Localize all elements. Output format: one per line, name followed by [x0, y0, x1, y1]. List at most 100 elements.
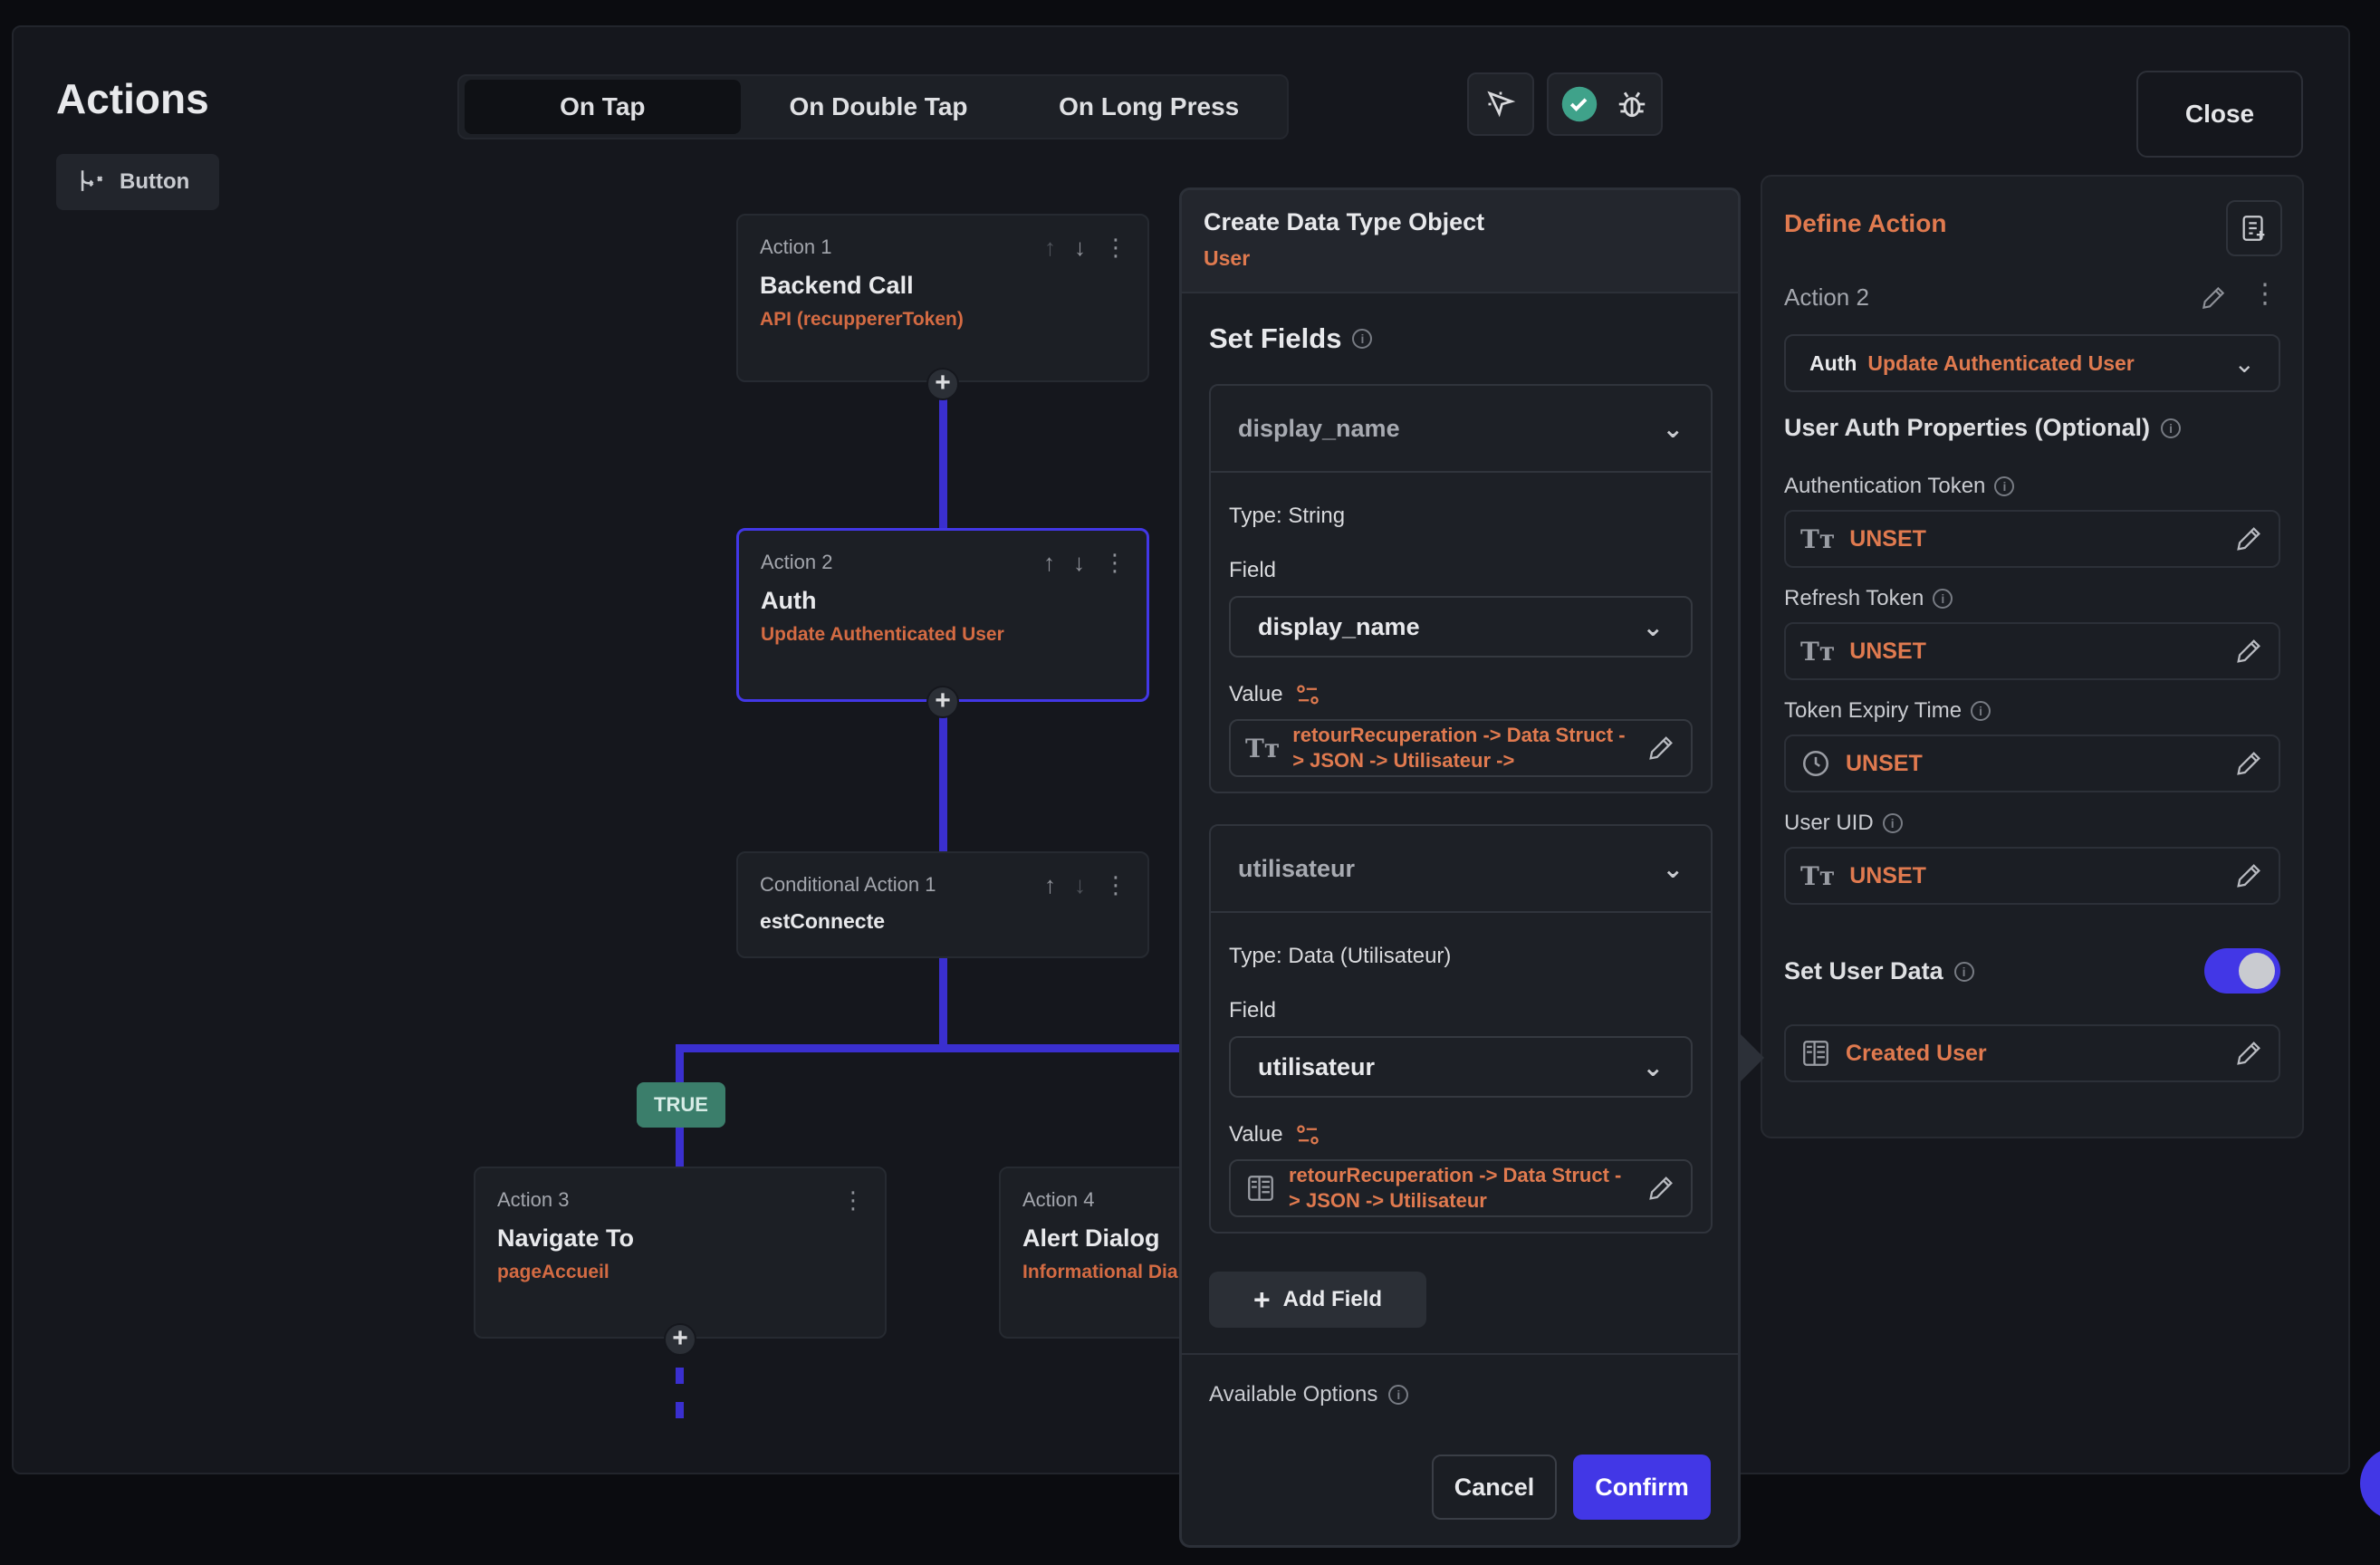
ai-agent-button[interactable] — [1467, 72, 1534, 136]
add-action-button[interactable]: + — [926, 368, 959, 400]
widget-chip[interactable]: Button — [56, 154, 219, 210]
tab-on-tap[interactable]: On Tap — [465, 80, 741, 134]
prop-value: UNSET — [1849, 525, 1926, 552]
info-icon: i — [1882, 813, 1903, 833]
add-field-button[interactable]: + Add Field — [1209, 1272, 1426, 1328]
edit-icon[interactable] — [1646, 1173, 1676, 1204]
action-card-2[interactable]: Action 2 Auth Update Authenticated User … — [736, 528, 1149, 702]
variable-settings-icon[interactable] — [1294, 1121, 1321, 1148]
dialog-subtitle: User — [1204, 246, 1251, 270]
more-vert-icon[interactable]: ⋮ — [2251, 278, 2279, 310]
edit-icon[interactable] — [2233, 748, 2264, 779]
add-action-button[interactable]: + — [926, 686, 959, 718]
created-user-value: Created User — [1846, 1040, 1987, 1066]
prop-label: Authentication Token i — [1784, 474, 2015, 499]
edit-icon[interactable] — [2233, 636, 2264, 667]
text-type-icon: Tт — [1245, 733, 1281, 763]
page-title: Actions — [56, 75, 209, 122]
flow-connector — [939, 715, 947, 851]
prop-value: UNSET — [1849, 862, 1926, 888]
more-vert-icon[interactable]: ⋮ — [1103, 549, 1127, 577]
info-icon: i — [1352, 329, 1373, 349]
prop-value: UNSET — [1849, 638, 1926, 664]
move-down-icon[interactable]: ↓ — [1074, 234, 1086, 262]
prop-refresh-token[interactable]: Tт UNSET — [1784, 622, 2280, 680]
move-down-icon[interactable]: ↓ — [1074, 871, 1086, 899]
cancel-button[interactable]: Cancel — [1432, 1455, 1557, 1520]
props-title: User Auth Properties (Optional) — [1784, 414, 2151, 441]
divider — [1182, 1353, 1738, 1355]
set-user-data-label: Set User Data — [1784, 957, 1943, 984]
clock-icon — [1802, 750, 1829, 777]
tab-on-double-tap[interactable]: On Double Tap — [741, 80, 1017, 134]
field-select[interactable]: display_name ⌄ — [1229, 596, 1693, 658]
more-vert-icon[interactable]: ⋮ — [1104, 871, 1128, 899]
toggle-knob — [2239, 953, 2275, 989]
field-section-utilisateur: utilisateur ⌄ Type: Data (Utilisateur) F… — [1209, 824, 1713, 1234]
set-user-data-toggle[interactable] — [2204, 948, 2280, 994]
edit-icon[interactable] — [2233, 523, 2264, 554]
edit-icon[interactable] — [2233, 860, 2264, 891]
close-button[interactable]: Close — [2136, 71, 2303, 158]
value-box[interactable]: Tт retourRecuperation -> Data Struct -> … — [1229, 719, 1693, 777]
edit-icon[interactable] — [2199, 283, 2228, 312]
action-type-value: Update Authenticated User — [1867, 350, 2135, 375]
define-action-title: Define Action — [1784, 209, 1947, 237]
tab-on-long-press[interactable]: On Long Press — [1016, 80, 1281, 134]
flow-connector-dashed — [676, 1368, 684, 1384]
info-icon: i — [1971, 701, 1991, 721]
widget-tree-icon — [81, 170, 103, 191]
chevron-down-icon: ⌄ — [1642, 1052, 1664, 1081]
field-section-header[interactable]: display_name ⌄ — [1211, 386, 1711, 473]
flow-connector-dashed — [676, 1402, 684, 1418]
docs-button[interactable] — [2226, 200, 2282, 256]
data-struct-icon — [1248, 1176, 1273, 1201]
flow-connector — [676, 1044, 1183, 1052]
action-title: Alert Dialog — [1022, 1224, 1160, 1252]
props-heading: User Auth Properties (Optional) i — [1784, 414, 2182, 442]
prop-label-text: Authentication Token — [1784, 474, 1986, 498]
edit-icon[interactable] — [1646, 733, 1676, 763]
prop-label-text: Token Expiry Time — [1784, 698, 1963, 723]
action-type-select[interactable]: Auth Update Authenticated User ⌄ — [1784, 334, 2280, 392]
condition-name: estConnecte — [760, 909, 886, 933]
help-fab-button[interactable] — [2360, 1447, 2380, 1520]
more-vert-icon[interactable]: ⋮ — [1104, 234, 1128, 262]
move-down-icon[interactable]: ↓ — [1073, 549, 1085, 577]
prop-user-uid[interactable]: Tт UNSET — [1784, 847, 2280, 905]
field-section-name: utilisateur — [1238, 854, 1356, 882]
confirm-button[interactable]: Confirm — [1573, 1455, 1711, 1520]
add-action-button[interactable]: + — [664, 1323, 696, 1356]
created-user-box[interactable]: Created User — [1784, 1024, 2280, 1082]
move-up-icon[interactable]: ↑ — [1044, 234, 1056, 262]
action-card-1[interactable]: Action 1 Backend Call API (recuppererTok… — [736, 214, 1149, 382]
set-user-data-row: Set User Data i — [1784, 957, 1974, 985]
prop-token-expiry[interactable]: UNSET — [1784, 734, 2280, 792]
field-section-header[interactable]: utilisateur ⌄ — [1211, 826, 1711, 913]
action-subtitle: Update Authenticated User — [761, 624, 1004, 645]
conditional-card[interactable]: Conditional Action 1 estConnecte ↑ ↓ ⋮ — [736, 851, 1149, 958]
prop-auth-token[interactable]: Tт UNSET — [1784, 510, 2280, 568]
variable-settings-icon[interactable] — [1294, 681, 1321, 708]
field-select[interactable]: utilisateur ⌄ — [1229, 1036, 1693, 1098]
field-type: Type: Data (Utilisateur) — [1229, 944, 1452, 968]
value-box[interactable]: retourRecuperation -> Data Struct -> JSO… — [1229, 1159, 1693, 1217]
chevron-down-icon: ⌄ — [2233, 349, 2255, 378]
field-select-value: display_name — [1258, 612, 1420, 640]
bug-icon — [1618, 91, 1646, 118]
edit-icon[interactable] — [2233, 1038, 2264, 1069]
prop-label-text: Refresh Token — [1784, 586, 1924, 610]
action-card-3[interactable]: Action 3 Navigate To pageAccueil ⋮ — [474, 1167, 887, 1339]
set-fields-label: Set Fields — [1209, 322, 1342, 354]
validation-debug-group[interactable] — [1547, 72, 1663, 136]
more-vert-icon[interactable]: ⋮ — [841, 1186, 865, 1215]
true-branch-badge: TRUE — [637, 1082, 725, 1128]
info-icon: i — [1994, 476, 2015, 496]
action-type-prefix: Auth — [1809, 350, 1857, 375]
move-up-icon[interactable]: ↑ — [1044, 871, 1056, 899]
widget-chip-label: Button — [120, 169, 190, 194]
field-label: Field — [1229, 558, 1277, 582]
move-up-icon[interactable]: ↑ — [1043, 549, 1055, 577]
action-label: Action 4 — [1022, 1188, 1095, 1211]
check-circle-icon — [1561, 86, 1598, 122]
